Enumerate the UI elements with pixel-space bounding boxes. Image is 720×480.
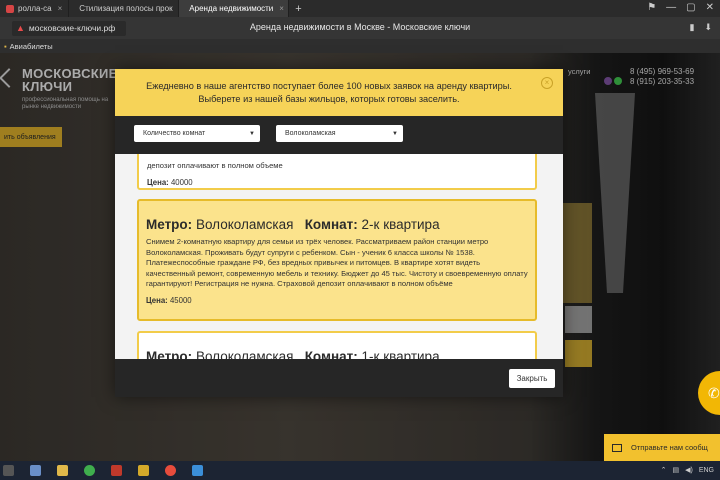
close-icon[interactable]: × [541, 77, 553, 89]
system-tray: ⌃ ▤ ◀) ENG [661, 466, 714, 475]
close-button[interactable]: Закрыть [509, 369, 555, 388]
listing-description: депозит оплачивают в полном объеме [147, 161, 283, 170]
send-message-label: Отправьте нам сообщ [631, 443, 708, 452]
rooms-select[interactable]: Количество комнат ▼ [134, 125, 260, 142]
tab-label: роллa-ca [18, 4, 52, 13]
listing-card[interactable]: Метро: Волоколамская Комнат: 1-к квартир… [137, 331, 537, 359]
listing-card[interactable]: депозит оплачивают в полном объеме Цена:… [137, 154, 537, 190]
metro-select-value: Волоколамская [285, 130, 336, 137]
tray-arrow-icon[interactable]: ⌃ [661, 466, 667, 474]
listing-header: Метро: Волоколамская Комнат: 1-к квартир… [146, 349, 528, 359]
window-controls: ⚑ — ▢ ✕ [647, 2, 714, 13]
price-label: Цена: [147, 177, 169, 187]
phone-icon: ✆ [708, 384, 720, 401]
listing-header: Метро: Волоколамская Комнат: 2-к квартир… [146, 217, 528, 232]
address-bar: ▲ московские-ключи.рф Аренда недвижимост… [0, 17, 720, 39]
url-field[interactable]: ▲ московские-ключи.рф [12, 20, 126, 36]
price-value: 40000 [170, 177, 193, 187]
chrome-icon[interactable] [84, 465, 95, 476]
modal-intro-text: Ежедневно в наше агентство поступает бол… [146, 81, 512, 104]
chevron-down-icon: ▼ [392, 130, 398, 137]
browser-tab-bar: роллa-ca × Стилизация полосы прок Аренда… [0, 0, 720, 17]
bookmark-icon[interactable]: ▮ [690, 22, 695, 33]
language-indicator[interactable]: ENG [699, 467, 714, 474]
new-tab-icon[interactable]: + [289, 3, 307, 15]
background-button [565, 340, 592, 367]
explorer-icon[interactable] [30, 465, 41, 476]
price-label: Цена: [146, 295, 168, 305]
background-panel [562, 203, 592, 303]
rooms-label: Комнат: [304, 349, 358, 359]
modal-filters: Количество комнат ▼ Волоколамская ▼ [115, 116, 563, 154]
warning-icon: ▲ [16, 23, 25, 33]
rooms-value: 2-к квартира [361, 217, 440, 232]
maximize-icon[interactable]: ▢ [686, 2, 695, 13]
browser-tab-2[interactable]: Стилизация полосы прок [69, 0, 180, 17]
folder-icon[interactable] [57, 465, 68, 476]
listing-card[interactable]: Метро: Волоколамская Комнат: 2-к квартир… [137, 199, 537, 321]
listing-price: Цена: 40000 [147, 178, 527, 187]
app-icon[interactable] [192, 465, 203, 476]
rooms-select-value: Количество комнат [143, 130, 206, 137]
metro-select[interactable]: Волоколамская ▼ [276, 125, 403, 142]
chevron-down-icon: ▼ [249, 130, 255, 137]
yandex-browser-icon[interactable] [165, 465, 176, 476]
bookmark-folder-icon: ▪ [4, 41, 7, 51]
rooms-label: Комнат: [304, 217, 358, 232]
tab-favicon [6, 4, 14, 13]
price-value: 45000 [169, 295, 192, 305]
rooms-value: 1-к квартира [361, 349, 440, 359]
start-icon[interactable] [3, 465, 14, 476]
tab-close-icon[interactable]: × [58, 4, 63, 13]
os-taskbar: ⌃ ▤ ◀) ENG [0, 461, 720, 480]
listing-scroll-area[interactable]: депозит оплачивают в полном объеме Цена:… [115, 154, 563, 359]
background-button [565, 306, 592, 333]
volume-icon[interactable]: ◀) [685, 466, 693, 474]
download-icon[interactable]: ⬇ [704, 22, 712, 33]
tab-label: Стилизация полосы прок [79, 4, 173, 13]
listing-price: Цена: 45000 [146, 296, 528, 305]
tab-close-icon[interactable]: × [279, 4, 284, 13]
metro-label: Метро: [146, 217, 193, 232]
close-window-icon[interactable]: ✕ [706, 2, 714, 13]
minimize-icon[interactable]: — [666, 2, 676, 13]
listing-description: Снимем 2-комнатную квартиру для семьи из… [146, 237, 528, 288]
metro-value: Волоколамская [195, 217, 294, 232]
bookmarks-bar: ▪ Авиабилеты [0, 39, 720, 53]
browser-tab-3[interactable]: Аренда недвижимости × [179, 0, 290, 17]
send-message-widget[interactable]: Отправьте нам сообщ [604, 434, 720, 461]
extensions-icon[interactable]: ⚑ [647, 2, 656, 13]
modal-footer: Закрыть [115, 359, 563, 397]
url-text: московские-ключи.рф [28, 23, 116, 33]
metro-label: Метро: [146, 349, 193, 359]
bookmark-item[interactable]: Авиабилеты [10, 42, 53, 51]
tenant-list-modal: Ежедневно в наше агентство поступает бол… [115, 69, 563, 397]
tab-label: Аренда недвижимости [189, 4, 274, 13]
browser-tab-1[interactable]: роллa-ca × [0, 0, 70, 17]
modal-header: Ежедневно в наше агентство поступает бол… [115, 69, 563, 116]
envelope-icon [612, 443, 622, 452]
address-bar-actions: ▮ ⬇ [690, 22, 713, 33]
filezilla-icon[interactable] [111, 465, 122, 476]
network-icon[interactable]: ▤ [672, 466, 679, 474]
app-icon[interactable] [138, 465, 149, 476]
metro-value: Волоколамская [195, 349, 294, 359]
